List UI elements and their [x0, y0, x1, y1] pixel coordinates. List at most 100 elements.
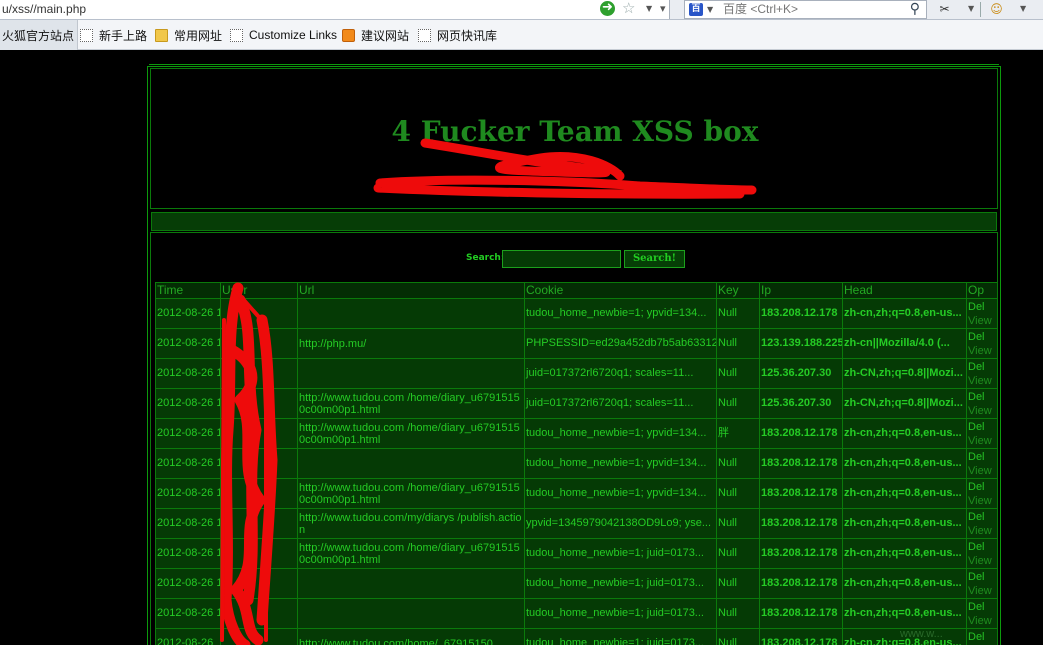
page-icon: [80, 28, 93, 42]
screenshot-tool-icon[interactable]: ✂: [936, 1, 953, 17]
view-link[interactable]: View: [968, 344, 996, 358]
subtitle-text: r: [618, 167, 622, 179]
cell-ip: 183.208.12.178: [759, 628, 843, 645]
cell-cookie: tudou_home_newbie=1; ypvid=134...: [524, 448, 717, 479]
cell-ip: 183.208.12.178: [759, 448, 843, 479]
cell-user: [220, 568, 298, 599]
delete-link[interactable]: Del: [968, 420, 996, 434]
delete-link[interactable]: Del: [968, 540, 996, 554]
addon-dropdown-icon[interactable]: ▼: [1020, 0, 1026, 18]
cell-op: DelView: [966, 328, 998, 359]
bookmarks-toolbar: 火狐官方站点 新手上路 常用网址 Customize Links 建议网站 网页…: [0, 20, 1043, 50]
search-button[interactable]: Search!: [624, 250, 685, 268]
address-text[interactable]: u/xss//main.php: [2, 0, 86, 18]
view-link[interactable]: View: [968, 404, 996, 418]
cell-ip: 183.208.12.178: [759, 418, 843, 449]
watermark: www.w...: [900, 628, 943, 640]
search-bar[interactable]: 百 ▼ 百度 <Ctrl+K> ⚲: [684, 0, 927, 19]
bookmark-customize-links[interactable]: Customize Links: [230, 20, 337, 50]
cell-ip: 125.36.207.30: [759, 358, 843, 389]
engine-dropdown-icon[interactable]: ▼: [707, 1, 713, 19]
go-arrow-icon[interactable]: ➜: [600, 1, 615, 16]
cell-url: http://www.tudou.com /home/diary_u679151…: [297, 538, 525, 569]
view-link[interactable]: View: [968, 494, 996, 508]
column-header-user[interactable]: User: [220, 282, 298, 299]
page-subtitle: r: [151, 167, 999, 179]
table-row: 2012-08-26 19:16:24 juid=017372rl6720q1; …: [155, 358, 998, 389]
cell-head: zh-cn,zh;q=0.8,en-us...: [842, 598, 967, 629]
cell-url: http://www.tudou.com/my/diarys /publish.…: [297, 508, 525, 539]
delete-link[interactable]: Del: [968, 390, 996, 404]
bookmark-label: 建议网站: [361, 28, 410, 43]
cell-op: DelView: [966, 628, 998, 645]
delete-link[interactable]: Del: [968, 450, 996, 464]
delete-link[interactable]: Del: [968, 300, 996, 314]
view-link[interactable]: View: [968, 554, 996, 568]
cell-user: [220, 508, 298, 539]
view-link[interactable]: View: [968, 464, 996, 478]
delete-link[interactable]: Del: [968, 330, 996, 344]
column-header-url[interactable]: Url: [297, 282, 525, 299]
column-header-head[interactable]: Head: [842, 282, 967, 299]
delete-link[interactable]: Del: [968, 600, 996, 614]
bookmark-label: 火狐官方站点: [2, 28, 75, 43]
history-dropdown-icon[interactable]: ▼: [646, 0, 652, 18]
bookmark-getting-started[interactable]: 新手上路: [80, 20, 147, 50]
bookmark-common-sites[interactable]: 常用网址: [155, 20, 222, 50]
delete-link[interactable]: Del: [968, 630, 996, 644]
cell-user: [220, 328, 298, 359]
cell-url: [297, 298, 525, 329]
view-link[interactable]: View: [968, 374, 996, 388]
view-link[interactable]: View: [968, 614, 996, 628]
address-bar[interactable]: u/xss//main.php ➜ ☆ ▼ ▾: [0, 0, 670, 19]
delete-link[interactable]: Del: [968, 510, 996, 524]
table-row: 2012-08-26 19:17:10 tudou_home_newbie=1; …: [155, 298, 998, 329]
cell-cookie: tudou_home_newbie=1; juid=0173...: [524, 568, 717, 599]
cell-time: 2012-08-26 19:15:50: [155, 418, 221, 449]
cell-cookie: tudou_home_newbie=1; juid=0173...: [524, 598, 717, 629]
column-header-ip[interactable]: Ip: [759, 282, 843, 299]
cell-op: DelView: [966, 598, 998, 629]
folder-icon: [155, 28, 168, 42]
bookmark-firefox-site[interactable]: 火狐官方站点: [0, 20, 79, 50]
cell-cookie: tudou_home_newbie=1; ypvid=134...: [524, 298, 717, 329]
reload-icon[interactable]: ▾: [660, 0, 666, 18]
smiley-addon-icon[interactable]: ☺: [988, 1, 1005, 17]
tool-dropdown-icon[interactable]: ▼: [968, 0, 974, 18]
cell-time: 2012-08-26 19:17:13: [155, 538, 221, 569]
browser-toolbar: u/xss//main.php ➜ ☆ ▼ ▾ 百 ▼ 百度 <Ctrl+K> …: [0, 0, 1043, 20]
cell-head: zh-cn,zh;q=0.8,en-us...: [842, 568, 967, 599]
cell-key: 胖: [716, 418, 760, 449]
column-header-key[interactable]: Key: [716, 282, 760, 299]
cell-op: DelView: [966, 508, 998, 539]
cell-time: 2012-08-26 19:16:53: [155, 328, 221, 359]
search-placeholder: 百度 <Ctrl+K>: [723, 2, 799, 16]
cell-url: [297, 448, 525, 479]
cell-time: 2012-08-26 19:15:46: [155, 478, 221, 509]
column-header-cookie[interactable]: Cookie: [524, 282, 717, 299]
view-link[interactable]: View: [968, 314, 996, 328]
table-row: 2012-08-26 19:15:50 http://www.tudou.com …: [155, 418, 998, 449]
bookmark-web-slices[interactable]: 网页快讯库: [418, 20, 497, 50]
view-link[interactable]: View: [968, 584, 996, 598]
cell-ip: 123.139.188.225: [759, 328, 843, 359]
search-input[interactable]: [502, 250, 621, 268]
bookmark-star-icon[interactable]: ☆: [622, 0, 635, 17]
cell-user: [220, 298, 298, 329]
column-header-op[interactable]: Op: [966, 282, 998, 299]
cell-ip: 183.208.12.178: [759, 538, 843, 569]
table-row: 2012-08-26 19:16:53 http://php.mu/PHPSESS…: [155, 328, 998, 359]
delete-link[interactable]: Del: [968, 480, 996, 494]
search-icon[interactable]: ⚲: [910, 1, 920, 18]
cell-url: [297, 598, 525, 629]
cell-key: Null: [716, 328, 760, 359]
view-link[interactable]: View: [968, 434, 996, 448]
delete-link[interactable]: Del: [968, 360, 996, 374]
cell-user: [220, 538, 298, 569]
delete-link[interactable]: Del: [968, 570, 996, 584]
column-header-time[interactable]: Time: [155, 282, 221, 299]
view-link[interactable]: View: [968, 524, 996, 538]
baidu-engine-icon[interactable]: 百: [689, 3, 703, 16]
table-row: 2012-08-26 http://www.tudou.com/home/_679…: [155, 628, 998, 645]
bookmark-suggested-sites[interactable]: 建议网站: [342, 20, 409, 50]
